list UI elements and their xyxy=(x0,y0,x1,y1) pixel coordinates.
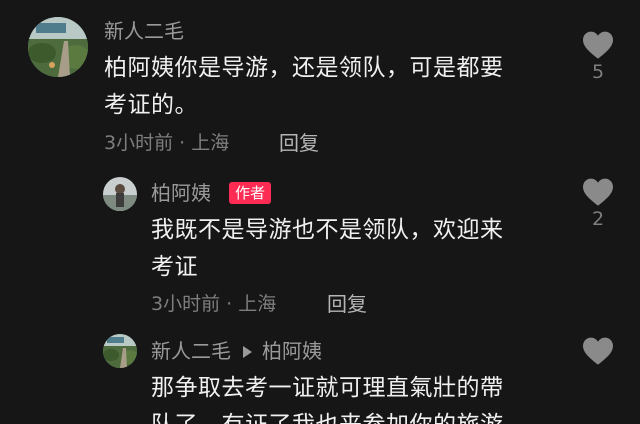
reply-text: 那争取去考一证就可理直氣壯的帶 队了，有证了我也来参加你的旅游 xyxy=(151,370,581,424)
like-count: 2 xyxy=(591,208,605,230)
heart-icon xyxy=(583,337,613,365)
reply-text-line: 队了，有证了我也来参加你的旅游 xyxy=(151,407,581,424)
reply-button[interactable]: 回复 xyxy=(279,130,319,156)
reply-username[interactable]: 柏阿姨 xyxy=(151,179,211,207)
heart-icon xyxy=(583,31,613,59)
avatar-image-garden xyxy=(28,17,88,77)
reply-text-line: 考证 xyxy=(151,254,198,280)
reply-meta: 3小时前 · 上海 xyxy=(151,291,276,317)
avatar-image-garden xyxy=(103,334,137,368)
author-badge: 作者 xyxy=(229,182,272,204)
comment-text-line: 考证的。 xyxy=(104,92,198,118)
triangle-right-icon xyxy=(243,345,252,358)
like-button[interactable]: 5 xyxy=(578,30,618,84)
reply-to-username[interactable]: 柏阿姨 xyxy=(262,339,322,363)
comment-username[interactable]: 新人二毛 xyxy=(104,17,184,45)
reply-header: 新人二毛 柏阿姨 xyxy=(151,337,322,365)
reply-location: 上海 xyxy=(238,293,277,315)
like-button[interactable] xyxy=(578,336,618,366)
like-button[interactable]: 2 xyxy=(578,177,618,231)
heart-icon xyxy=(583,178,613,206)
avatar-image-person xyxy=(103,177,137,211)
reply-text-line: 那争取去考一证就可理直氣壯的帶 xyxy=(151,375,504,401)
comment-time: 3小时前 xyxy=(104,132,174,154)
avatar[interactable] xyxy=(103,177,137,211)
comment-text: 柏阿姨你是导游，还是领队，可是都要 考证的。 xyxy=(104,50,564,124)
comment-text-line: 柏阿姨你是导游，还是领队，可是都要 xyxy=(104,55,504,81)
comment-location: 上海 xyxy=(191,132,230,154)
meta-separator: · xyxy=(173,132,192,154)
reply-text-line: 我既不是导游也不是领队，欢迎来 xyxy=(151,217,504,243)
comment-section: 新人二毛 柏阿姨你是导游，还是领队，可是都要 考证的。 3小时前 · 上海 回复… xyxy=(0,0,640,424)
reply-button[interactable]: 回复 xyxy=(327,291,367,317)
reply-username[interactable]: 新人二毛 xyxy=(151,339,231,363)
avatar[interactable] xyxy=(28,17,88,77)
reply-text: 我既不是导游也不是领队，欢迎来 考证 xyxy=(151,212,571,286)
avatar[interactable] xyxy=(103,334,137,368)
reply-time: 3小时前 xyxy=(151,293,221,315)
like-count: 5 xyxy=(591,61,605,83)
meta-separator: · xyxy=(220,293,239,315)
comment-meta: 3小时前 · 上海 xyxy=(104,130,229,156)
